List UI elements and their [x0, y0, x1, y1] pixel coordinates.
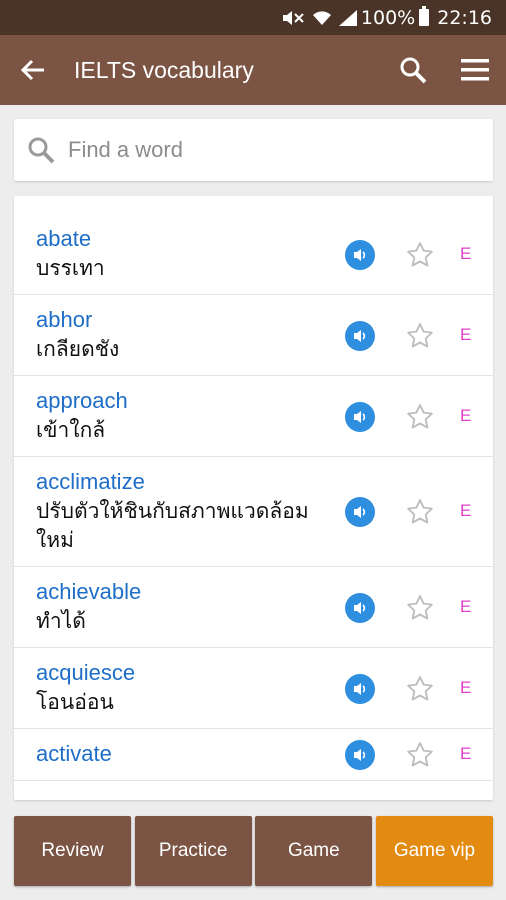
signal-icon [338, 9, 357, 26]
battery-percent: 100% [360, 6, 416, 29]
word-meaning: ทำได้ [36, 609, 86, 633]
battery-icon [419, 6, 430, 26]
star-icon[interactable] [404, 673, 436, 705]
word-meaning: เกลียดชัง [36, 337, 120, 361]
speaker-icon[interactable] [345, 320, 375, 351]
bottom-bar: Review Practice Game Game vip [14, 816, 493, 886]
word-row[interactable]: acclimatize ปรับตัวให้ชินกับสภาพแวดล้อมให… [14, 457, 493, 567]
app-bar: IELTS vocabulary [0, 35, 506, 105]
speaker-icon[interactable] [345, 740, 375, 770]
speaker-icon[interactable] [345, 673, 375, 704]
search-box [14, 119, 493, 181]
word-list: abate บรรเทา Eabhor เกลียดชัง Eapproach เข้าใ… [14, 196, 493, 800]
word-row[interactable]: approach เข้าใกล้ E [14, 376, 493, 457]
word-row[interactable]: abhor เกลียดชัง E [14, 295, 493, 376]
star-icon[interactable] [404, 401, 436, 433]
game-vip-button[interactable]: Game vip [375, 816, 493, 886]
word-meaning: ปรับตัวให้ชินกับสภาพแวดล้อมใหม่ [36, 499, 309, 552]
word-meaning: โอนอ่อน [36, 690, 114, 714]
speaker-icon[interactable] [345, 497, 375, 527]
star-icon[interactable] [404, 496, 436, 528]
word-text: acclimatize [36, 469, 145, 494]
mute-icon [281, 10, 305, 26]
speaker-icon[interactable] [345, 401, 375, 432]
word-meaning: บรรเทา [36, 256, 105, 280]
back-arrow-icon [20, 59, 44, 81]
game-button[interactable]: Game [255, 816, 373, 886]
speaker-icon[interactable] [345, 592, 375, 623]
search-icon [400, 57, 427, 84]
search-input[interactable] [68, 137, 493, 163]
practice-button[interactable]: Practice [134, 816, 252, 886]
menu-button[interactable] [444, 35, 506, 105]
word-row[interactable]: achievable ทำได้ E [14, 567, 493, 648]
row-extra-label[interactable]: E [460, 325, 471, 345]
row-extra-label[interactable]: E [460, 406, 471, 426]
clock: 22:16 [437, 6, 492, 29]
word-row[interactable]: abate บรรเทา E [14, 214, 493, 295]
word-row[interactable]: acquiesce โอนอ่อน E [14, 648, 493, 729]
back-button[interactable] [0, 35, 66, 105]
search-field-icon [14, 136, 68, 164]
word-meaning: เข้าใกล้ [36, 418, 106, 442]
page-title: IELTS vocabulary [74, 56, 254, 83]
status-bar: 100% 22:16 [0, 0, 506, 35]
star-icon[interactable] [404, 739, 436, 771]
word-row[interactable]: activate E [14, 729, 493, 781]
row-extra-label[interactable]: E [460, 501, 471, 521]
row-extra-label[interactable]: E [460, 744, 471, 764]
speaker-icon[interactable] [345, 239, 375, 270]
star-icon[interactable] [404, 320, 436, 352]
search-button[interactable] [382, 35, 444, 105]
row-extra-label[interactable]: E [460, 678, 471, 698]
menu-icon [461, 59, 489, 81]
wifi-icon [312, 10, 331, 26]
row-extra-label[interactable]: E [460, 597, 471, 617]
star-icon[interactable] [404, 239, 436, 271]
star-icon[interactable] [404, 592, 436, 624]
review-button[interactable]: Review [14, 816, 131, 886]
row-extra-label[interactable]: E [460, 244, 471, 264]
